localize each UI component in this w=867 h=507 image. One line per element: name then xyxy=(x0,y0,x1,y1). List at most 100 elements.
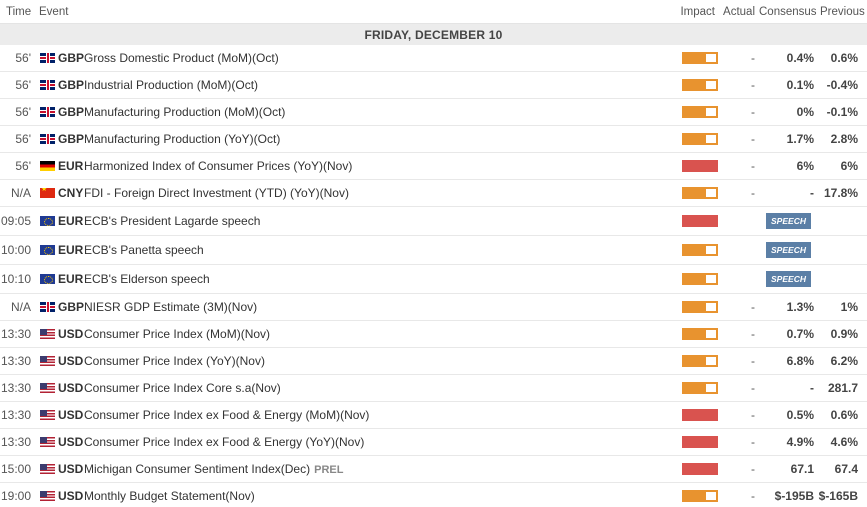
event-name-text[interactable]: FDI - Foreign Direct Investment (YTD) (Y… xyxy=(84,186,349,200)
gb-flag-icon xyxy=(40,134,55,144)
column-header-actual[interactable]: Actual xyxy=(719,6,755,18)
economic-calendar-table: Time Event Impact Actual Consensus Previ… xyxy=(0,0,867,507)
previous-value: 2.8% xyxy=(830,132,858,146)
event-row[interactable]: 13:30 USD Consumer Price Index ex Food & E… xyxy=(0,402,867,429)
event-time: 19:00 xyxy=(0,489,31,503)
column-header-impact[interactable]: Impact xyxy=(679,6,715,18)
event-name-text[interactable]: ECB's Panetta speech xyxy=(84,243,204,257)
event-time: 09:05 xyxy=(0,214,31,228)
actual-value: - xyxy=(751,381,755,395)
consensus-value: 0.7% xyxy=(786,327,814,341)
event-name-text[interactable]: ECB's Elderson speech xyxy=(84,272,210,286)
gb-flag-icon xyxy=(40,80,55,90)
column-header-consensus[interactable]: Consensus xyxy=(759,6,817,18)
event-row[interactable]: 15:00 USD Michigan Consumer Sentiment Inde… xyxy=(0,456,867,483)
actual-value: - xyxy=(751,105,755,119)
event-row[interactable]: N/A GBP NIESR GDP Estimate (3M)(Nov) - 1.3% 1… xyxy=(0,294,867,321)
event-row[interactable]: 56' GBP Manufacturing Production (YoY)(Oct… xyxy=(0,126,867,153)
event-time: 56' xyxy=(15,78,31,92)
us-flag-icon xyxy=(40,410,55,420)
event-name-text[interactable]: Consumer Price Index (YoY)(Nov) xyxy=(84,354,265,368)
impact-medium-icon xyxy=(682,382,718,394)
currency-code: USD xyxy=(58,408,84,422)
us-flag-icon xyxy=(40,464,55,474)
impact-medium-icon xyxy=(682,133,718,145)
day-separator: FRIDAY, DECEMBER 10 xyxy=(0,24,867,45)
event-row[interactable]: 13:30 USD Consumer Price Index (MoM)(Nov) -… xyxy=(0,321,867,348)
event-time: 56' xyxy=(15,105,31,119)
gb-flag-icon xyxy=(40,107,55,117)
previous-value: 0.9% xyxy=(830,327,858,341)
event-row[interactable]: 13:30 USD Consumer Price Index (YoY)(Nov) -… xyxy=(0,348,867,375)
previous-value: 0.6% xyxy=(830,408,858,422)
event-row[interactable]: N/A CNYFDI - Foreign Direct Investment (Y… xyxy=(0,180,867,207)
event-name-text[interactable]: Manufacturing Production (YoY)(Oct) xyxy=(84,132,280,146)
consensus-value: 0.5% xyxy=(786,408,814,422)
event-row[interactable]: 56' GBP Gross Domestic Product (MoM)(Oct) -… xyxy=(0,45,867,72)
event-row[interactable]: 10:10 EUR ECB's Elderson speech SPEECH xyxy=(0,265,867,294)
actual-value: - xyxy=(751,489,755,503)
previous-value: 17.8% xyxy=(823,186,858,200)
actual-value: - xyxy=(751,462,755,476)
cn-flag-icon xyxy=(40,188,55,198)
currency-code: EUR xyxy=(58,243,84,257)
previous-value: -0.4% xyxy=(826,78,858,92)
event-name-text[interactable]: Michigan Consumer Sentiment Index(Dec) xyxy=(84,462,310,476)
event-row[interactable]: 19:00 USD Monthly Budget Statement(Nov) - $-… xyxy=(0,483,867,507)
event-name[interactable]: ECB's Elderson speech xyxy=(84,272,867,286)
event-name-text[interactable]: Consumer Price Index ex Food & Energy (M… xyxy=(84,408,369,422)
event-name-text[interactable]: ECB's President Lagarde speech xyxy=(84,214,260,228)
impact-medium-icon xyxy=(682,301,718,313)
event-name-text[interactable]: Consumer Price Index ex Food & Energy (Y… xyxy=(84,435,364,449)
column-header-event[interactable]: Event xyxy=(36,6,679,18)
consensus-value: 0.1% xyxy=(786,78,814,92)
event-row[interactable]: 13:30 USD Consumer Price Index Core s.a(No… xyxy=(0,375,867,402)
event-name-text[interactable]: Industrial Production (MoM)(Oct) xyxy=(84,78,258,92)
impact-medium-icon xyxy=(682,244,718,256)
column-header-previous[interactable]: Previous xyxy=(820,6,867,18)
event-name-text[interactable]: Consumer Price Index (MoM)(Nov) xyxy=(84,327,270,341)
event-time: N/A xyxy=(10,300,31,314)
event-row[interactable]: 10:00 EUR ECB's Panetta speech SPEECH xyxy=(0,236,867,265)
event-name-text[interactable]: Consumer Price Index Core s.a(Nov) xyxy=(84,381,281,395)
event-row[interactable]: 56' GBP Industrial Production (MoM)(Oct) -0… xyxy=(0,72,867,99)
currency-code: USD xyxy=(58,381,84,395)
event-row[interactable]: 56' GBP Manufacturing Production (MoM)(Oct… xyxy=(0,99,867,126)
event-name[interactable]: ECB's Panetta speech xyxy=(84,243,867,257)
column-header-time[interactable]: Time xyxy=(0,6,36,18)
impact-medium-icon xyxy=(682,52,718,64)
previous-value: 6.2% xyxy=(830,354,858,368)
actual-value: - xyxy=(751,132,755,146)
actual-value: - xyxy=(751,300,755,314)
gb-flag-icon xyxy=(40,302,55,312)
gb-flag-icon xyxy=(40,53,55,63)
us-flag-icon xyxy=(40,329,55,339)
actual-value: - xyxy=(751,186,755,200)
event-name-text[interactable]: NIESR GDP Estimate (3M)(Nov) xyxy=(84,300,257,314)
currency-code: EUR xyxy=(58,272,84,286)
event-name-text[interactable]: Monthly Budget Statement(Nov) xyxy=(84,489,255,503)
us-flag-icon xyxy=(40,383,55,393)
impact-medium-icon xyxy=(682,490,718,502)
speech-badge: SPEECH xyxy=(766,271,811,287)
event-time: 10:10 xyxy=(0,272,31,286)
event-time: 13:30 xyxy=(0,327,31,341)
table-header: Time Event Impact Actual Consensus Previ… xyxy=(0,0,867,24)
event-name-text[interactable]: Manufacturing Production (MoM)(Oct) xyxy=(84,105,285,119)
event-name-text[interactable]: Harmonized Index of Consumer Prices (YoY… xyxy=(84,159,352,173)
event-row[interactable]: 56' EUR Harmonized Index of Consumer Price… xyxy=(0,153,867,180)
consensus-value: 1.3% xyxy=(786,300,814,314)
eu-flag-icon xyxy=(40,274,55,284)
currency-code: GBP xyxy=(58,78,85,92)
impact-high-icon xyxy=(682,409,718,421)
event-name-text[interactable]: Gross Domestic Product (MoM)(Oct) xyxy=(84,51,279,65)
consensus-value: - xyxy=(810,186,814,200)
event-time: N/A xyxy=(10,186,31,200)
event-name[interactable]: ECB's President Lagarde speech xyxy=(84,214,867,228)
impact-medium-icon xyxy=(682,273,718,285)
event-row[interactable]: 09:05 EUR ECB's President Lagarde speech SP… xyxy=(0,207,867,236)
event-row[interactable]: 13:30 USD Consumer Price Index ex Food & E… xyxy=(0,429,867,456)
currency-code: GBP xyxy=(58,300,85,314)
de-flag-icon xyxy=(40,161,55,171)
previous-value: 0.6% xyxy=(830,51,858,65)
